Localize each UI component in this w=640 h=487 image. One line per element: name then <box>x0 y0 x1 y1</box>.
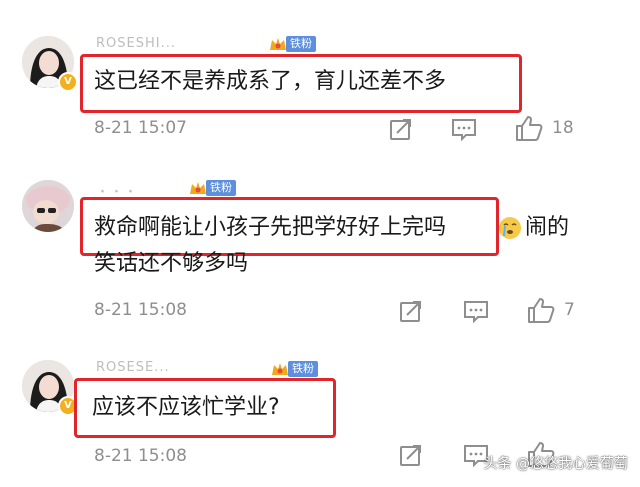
sob-emoji-icon <box>499 217 521 239</box>
comment-text-line1-tail: 闹的 <box>525 215 570 240</box>
fan-tag: 铁粉 <box>288 361 318 377</box>
comment-text-line1: 救命啊能让小孩子先把学好好上完吗 <box>94 215 447 240</box>
comment-text-line2: 笑话还不够多吗 <box>94 251 249 276</box>
fan-level-badge: 铁粉 <box>188 179 236 197</box>
comment-time: 8-21 15:08 <box>94 300 187 320</box>
comment-list: V ROSESHI... 铁粉 这已经不是养成系了，育儿还差不多 8-21 15… <box>0 0 640 487</box>
username[interactable]: ROSESE... <box>96 360 170 375</box>
comment-text: 应该不应该忙学业? <box>92 395 280 420</box>
like-icon[interactable] <box>526 296 556 324</box>
fan-level-badge: 铁粉 <box>270 360 318 378</box>
avatar[interactable] <box>22 180 74 232</box>
comment-item-3: V ROSESE... 铁粉 应该不应该忙学业? 8-21 15:08 <box>0 0 640 468</box>
like-count: 7 <box>564 300 575 320</box>
watermark: 头条 @悠悠我心爱葡萄 <box>483 456 628 472</box>
repost-icon[interactable] <box>398 298 424 324</box>
repost-icon[interactable] <box>398 442 424 468</box>
crown-icon <box>272 363 288 375</box>
comment-time: 8-21 15:08 <box>94 446 187 466</box>
fan-tag: 铁粉 <box>206 180 236 196</box>
crown-icon <box>190 182 206 194</box>
comment-icon[interactable] <box>462 298 490 324</box>
